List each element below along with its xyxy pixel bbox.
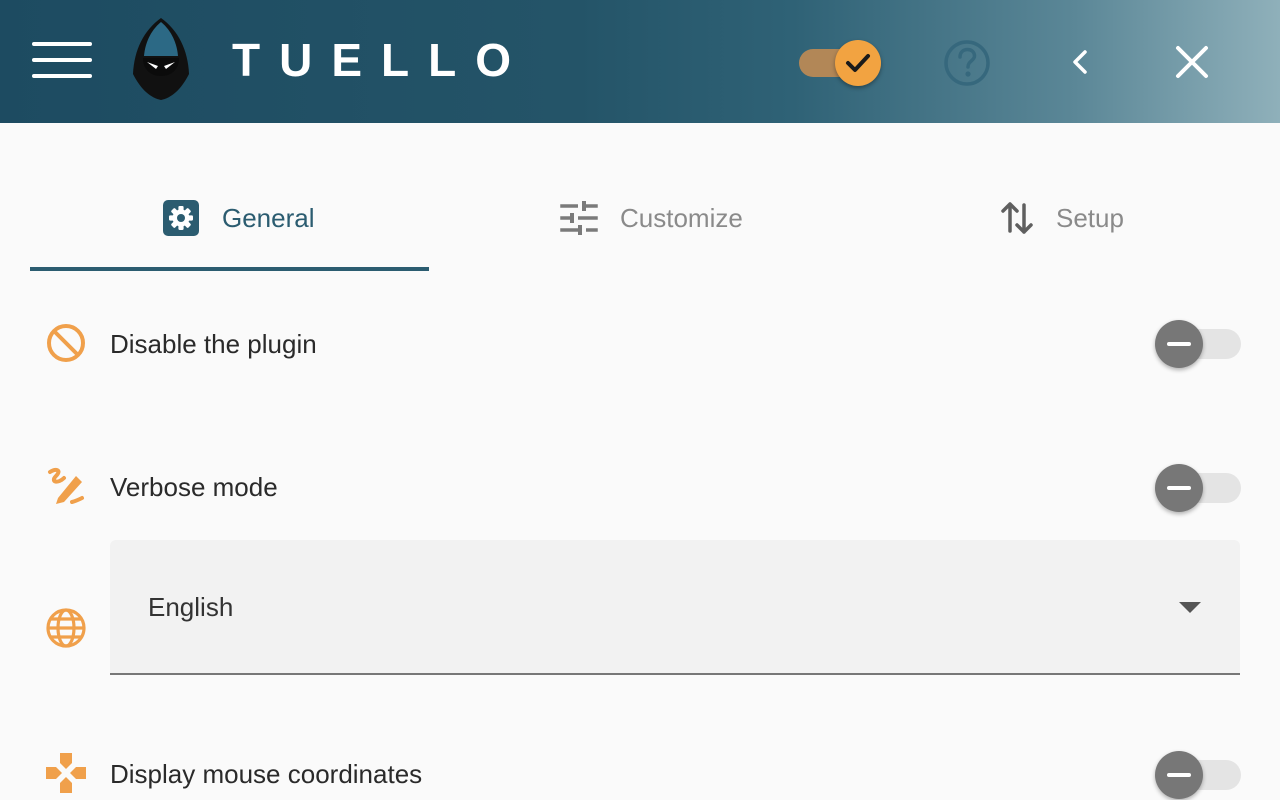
disable-plugin-label: Disable the plugin bbox=[110, 329, 317, 359]
chevron-left-icon[interactable] bbox=[1062, 44, 1098, 80]
hooded-ninja-logo bbox=[123, 16, 199, 102]
disable-plugin-switch[interactable] bbox=[1155, 320, 1241, 368]
hamburger-icon[interactable] bbox=[32, 42, 92, 80]
globe-icon bbox=[44, 606, 88, 650]
language-value: English bbox=[148, 592, 234, 622]
verbose-mode-label: Verbose mode bbox=[110, 472, 278, 502]
master-toggle[interactable] bbox=[797, 38, 885, 88]
block-icon bbox=[44, 321, 88, 365]
tab-setup[interactable]: Setup bbox=[1000, 180, 1124, 256]
tab-general[interactable]: General bbox=[162, 180, 315, 256]
swap-vertical-icon bbox=[1001, 202, 1033, 234]
question-circle-icon[interactable] bbox=[942, 38, 992, 88]
active-tab-indicator bbox=[30, 267, 429, 271]
app-brand: TUELLO bbox=[232, 34, 530, 86]
draw-icon bbox=[44, 464, 88, 508]
check-icon bbox=[846, 54, 870, 72]
gear-icon bbox=[163, 200, 199, 236]
gamepad-icon bbox=[44, 751, 88, 795]
dropdown-arrow-icon bbox=[1179, 602, 1201, 613]
tab-customize-label: Customize bbox=[620, 202, 743, 233]
mouse-coordinates-switch[interactable] bbox=[1155, 751, 1241, 799]
top-bar: TUELLO bbox=[0, 0, 1280, 123]
sliders-icon bbox=[560, 201, 598, 235]
tab-customize[interactable]: Customize bbox=[560, 180, 743, 256]
mouse-coordinates-label: Display mouse coordinates bbox=[110, 759, 423, 789]
verbose-mode-switch[interactable] bbox=[1155, 464, 1241, 512]
language-select[interactable]: English bbox=[110, 540, 1240, 675]
close-icon[interactable] bbox=[1172, 42, 1212, 82]
tab-setup-label: Setup bbox=[1056, 202, 1124, 233]
tab-general-label: General bbox=[222, 202, 315, 233]
